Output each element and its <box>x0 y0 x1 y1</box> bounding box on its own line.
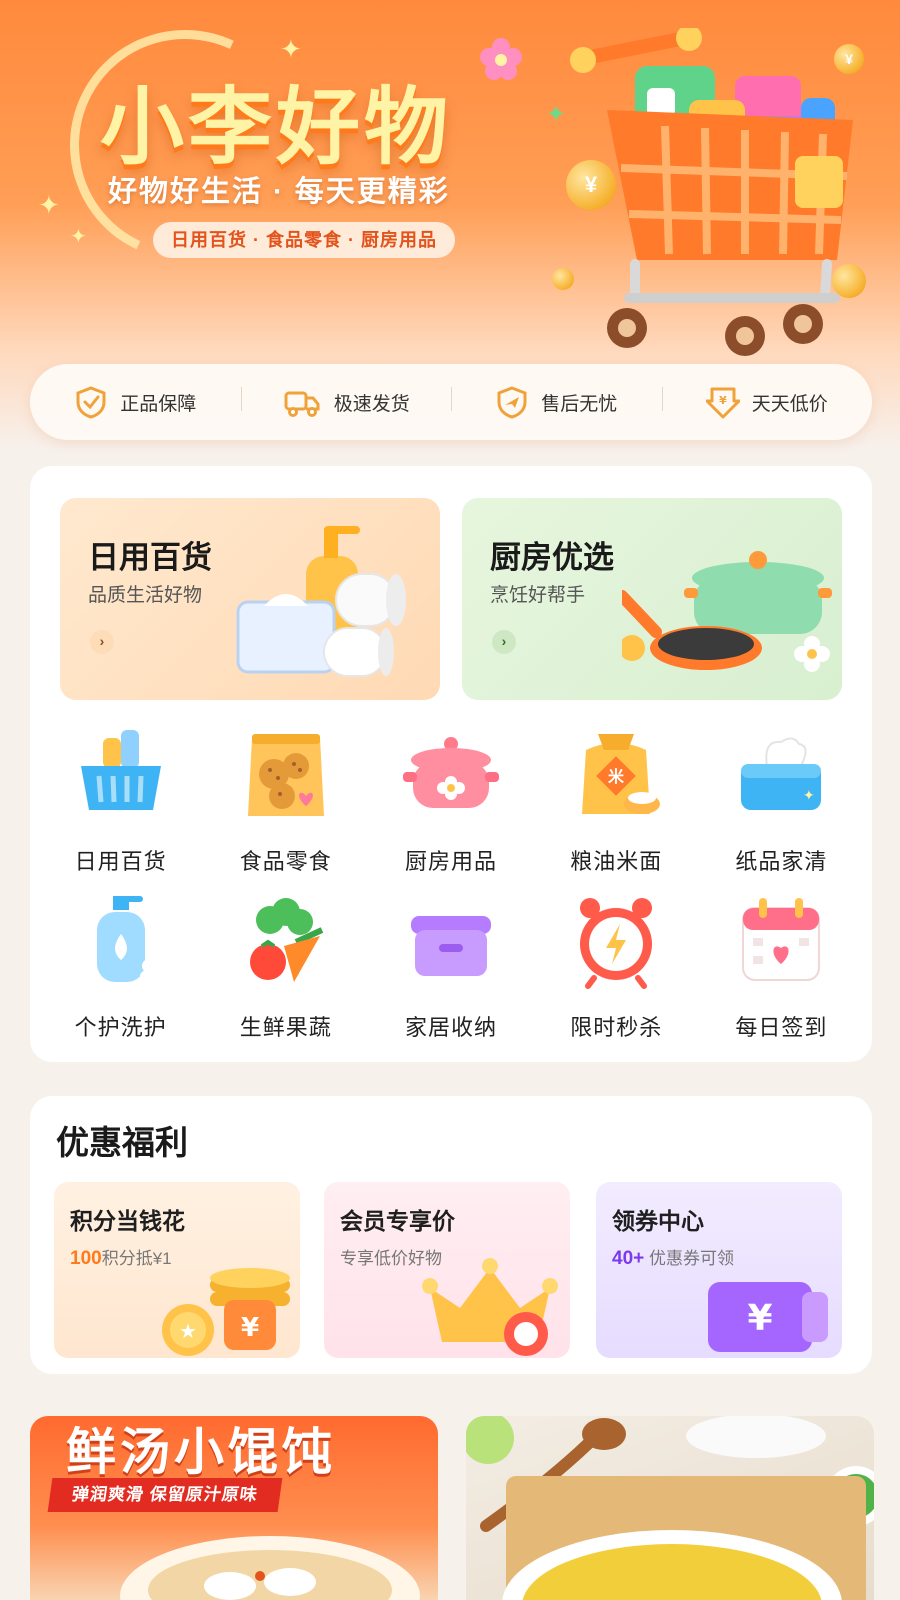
pump-bottle-icon <box>96 896 163 982</box>
alarm-clock-icon <box>580 898 653 989</box>
cookie-bag-icon <box>247 734 324 816</box>
price-down-icon: ¥ <box>705 387 740 419</box>
category-daily-goods[interactable]: 日用百货 <box>38 724 203 890</box>
soup-bowl-image <box>120 1536 420 1600</box>
category-fresh-produce[interactable]: 生鲜果蔬 <box>203 890 368 1056</box>
brand-title: 小李好物 <box>100 80 453 174</box>
svg-text:✦: ✦ <box>803 788 815 804</box>
category-label: 日用百货 <box>74 849 167 874</box>
benefit-title: 会员专享价 <box>340 1208 455 1234</box>
crown-icon <box>422 1258 558 1356</box>
guarantee-fast-shipping: 极速发货 <box>240 385 452 419</box>
sparkle-icon: ✦ <box>38 190 60 220</box>
category-label: 生鲜果蔬 <box>239 1015 332 1040</box>
svg-text:★: ★ <box>179 1319 197 1343</box>
household-goods-icon <box>236 526 406 677</box>
svg-text:¥: ¥ <box>241 1313 259 1343</box>
flower-icon <box>480 38 522 80</box>
category-label: 食品零食 <box>239 849 332 874</box>
category-tagline: 日用百货 · 食品零食 · 厨房用品 <box>153 222 455 258</box>
featured-title: 日用百货 <box>88 540 212 575</box>
section-title: 优惠福利 <box>56 1124 188 1161</box>
benefit-coupon-center[interactable]: 领券中心 40+ 优惠券可领 ¥ <box>596 1182 842 1358</box>
category-label: 粮油米面 <box>570 849 663 874</box>
benefits-section: 优惠福利 积分当钱花 100积分抵¥1 ¥ ★ 会员专享价 专享低价好物 领券中… <box>30 1096 872 1374</box>
category-personal-care[interactable]: 个护洗护 <box>38 890 203 1056</box>
guarantee-low-price: ¥ 天天低价 <box>661 385 873 419</box>
promo-wonton-banner[interactable]: 鲜汤小馄饨 弹润爽滑 保留原汁原味 <box>30 1416 438 1600</box>
category-flash-sale[interactable]: 限时秒杀 <box>534 890 699 1056</box>
svg-text:¥: ¥ <box>747 1298 772 1339</box>
truck-icon <box>284 391 320 417</box>
rice-sack-icon: 米 <box>582 734 661 814</box>
calendar-icon <box>742 898 821 981</box>
category-grid: 日用百货 食品零食 厨房用品 米 粮油米面 ✦ 纸品家清 个护洗护 生鲜果蔬 家… <box>38 724 864 1056</box>
featured-subtitle: 品质生活好物 <box>88 585 203 606</box>
category-kitchen[interactable]: 厨房用品 <box>368 724 533 890</box>
featured-daily-goods[interactable]: 日用百货 品质生活好物 › <box>60 498 440 700</box>
shield-plane-icon <box>497 386 527 419</box>
guarantee-label: 极速发货 <box>333 393 410 415</box>
vegetables-icon <box>249 898 324 982</box>
promo-soup-photo[interactable] <box>466 1416 874 1600</box>
guarantee-authentic: 正品保障 <box>30 385 241 419</box>
brand-slogan: 好物好生活 · 每天更精彩 <box>108 176 450 208</box>
category-grain-oil[interactable]: 米 粮油米面 <box>534 724 699 890</box>
guarantee-after-sales: 售后无忧 <box>451 385 662 419</box>
sparkle-icon: ✦ <box>546 101 567 128</box>
storage-box-icon <box>411 916 491 976</box>
cooking-pot-icon <box>403 737 499 808</box>
service-guarantee-bar: 正品保障 极速发货 售后无忧 ¥ 天天低价 <box>30 364 872 440</box>
chevron-right-icon[interactable]: › <box>492 630 516 654</box>
chevron-right-icon[interactable]: › <box>90 630 114 654</box>
coupon-ticket-icon: ¥ <box>708 1282 828 1352</box>
category-label: 限时秒杀 <box>570 1015 663 1040</box>
category-snacks[interactable]: 食品零食 <box>203 724 368 890</box>
guarantee-label: 售后无忧 <box>541 393 618 415</box>
svg-text:米: 米 <box>608 767 625 786</box>
benefit-points[interactable]: 积分当钱花 100积分抵¥1 ¥ ★ <box>54 1182 300 1358</box>
category-label: 家居收纳 <box>405 1015 498 1040</box>
basket-icon <box>80 730 161 810</box>
svg-text:¥: ¥ <box>719 394 727 407</box>
benefit-member-price[interactable]: 会员专享价 专享低价好物 <box>324 1182 570 1358</box>
cookware-icon <box>622 551 832 672</box>
category-card: 日用百货 品质生活好物 › 厨房优选 烹饪好帮手 › 日用百货 食品零食 厨房用… <box>30 466 872 1062</box>
category-label: 每日签到 <box>735 1015 828 1040</box>
guarantee-label: 正品保障 <box>120 393 197 415</box>
category-home-storage[interactable]: 家居收纳 <box>368 890 533 1056</box>
shield-check-icon <box>76 386 106 419</box>
featured-title: 厨房优选 <box>490 540 614 575</box>
sparkle-icon: ✦ <box>70 226 87 248</box>
guarantee-label: 天天低价 <box>751 393 828 415</box>
coin-stack-icon: ¥ ★ <box>162 1268 290 1356</box>
benefit-title: 积分当钱花 <box>70 1208 185 1234</box>
category-label: 厨房用品 <box>405 849 498 874</box>
category-paper-cleaning[interactable]: ✦ 纸品家清 <box>699 724 864 890</box>
benefit-title: 领券中心 <box>612 1208 704 1234</box>
category-label: 个护洗护 <box>74 1015 167 1040</box>
food-photo-image <box>466 1416 874 1600</box>
category-daily-checkin[interactable]: 每日签到 <box>699 890 864 1056</box>
shopping-cart-icon <box>570 28 853 356</box>
promo-title: 鲜汤小馄饨 <box>66 1424 336 1480</box>
tissue-box-icon: ✦ <box>741 737 822 810</box>
featured-subtitle: 烹饪好帮手 <box>490 585 586 606</box>
category-label: 纸品家清 <box>735 849 828 874</box>
featured-kitchen-picks[interactable]: 厨房优选 烹饪好帮手 › <box>462 498 842 700</box>
promo-ribbon: 弹润爽滑 保留原汁原味 <box>47 1478 283 1512</box>
